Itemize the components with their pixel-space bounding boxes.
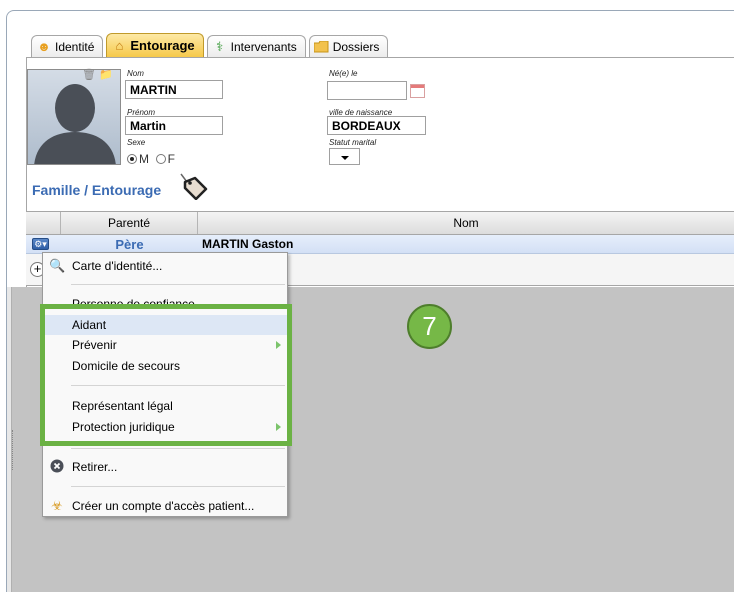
menu-separator	[71, 448, 285, 449]
nom-field[interactable]: MARTIN	[125, 80, 223, 99]
house-icon: ⌂	[115, 38, 124, 53]
step-badge: 7	[407, 304, 452, 349]
sexe-radio-group: M F	[127, 152, 175, 166]
tag-icon[interactable]	[175, 172, 209, 200]
sexe-f-label: F	[167, 152, 176, 166]
menu-item-carte-identite[interactable]: 🔍 Carte d'identité...	[44, 256, 287, 276]
calendar-icon[interactable]	[410, 84, 425, 98]
trash-icon[interactable]: 🗑	[82, 69, 96, 81]
nom-label: Nom	[127, 69, 144, 78]
sexe-f-radio[interactable]	[155, 154, 166, 164]
ne-le-label: Né(e) le	[329, 69, 358, 78]
magnifier-icon: 🔍	[49, 258, 66, 273]
silhouette-icon	[34, 84, 116, 164]
photo-tools: 🗑 📁	[82, 69, 113, 81]
highlight-box	[40, 304, 292, 446]
caduceus-icon: ⚕	[216, 39, 224, 54]
prenom-field[interactable]: Martin	[125, 116, 223, 135]
column-header-parente[interactable]: Parenté	[61, 212, 198, 234]
statut-select[interactable]	[329, 148, 360, 165]
menu-separator	[71, 486, 285, 487]
menu-separator	[71, 284, 285, 285]
open-folder-icon[interactable]: 📁	[99, 69, 113, 81]
patient-photo[interactable]	[27, 69, 121, 165]
tab-intervenants[interactable]: ⚕ Intervenants	[206, 35, 306, 57]
sexe-m-label: M	[139, 152, 149, 166]
tab-label: Identité	[55, 39, 95, 54]
person-icon: ☻	[37, 39, 51, 54]
column-header-nom[interactable]: Nom	[198, 212, 734, 234]
user-key-icon: ☣	[51, 498, 63, 513]
tab-entourage[interactable]: ⌂ Entourage	[106, 33, 204, 57]
folder-icon	[314, 39, 330, 55]
statut-label: Statut marital	[329, 138, 377, 147]
section-title: Famille / Entourage	[32, 182, 162, 198]
row-actions-button[interactable]: ⚙▾	[32, 238, 49, 250]
sexe-label: Sexe	[127, 138, 146, 147]
grid-header: Parenté Nom	[26, 211, 734, 235]
menu-item-creer-compte[interactable]: ☣ Créer un compte d'accès patient...	[44, 496, 287, 516]
tab-label: Dossiers	[332, 39, 380, 54]
splitter-grip[interactable]	[12, 430, 14, 470]
ville-field[interactable]: BORDEAUX	[327, 116, 426, 135]
tab-label: Entourage	[130, 38, 195, 53]
tab-bar: ☻ Identité ⌂ Entourage ⚕ Intervenants Do…	[31, 33, 391, 57]
tab-identite[interactable]: ☻ Identité	[31, 35, 104, 57]
sexe-m-radio[interactable]	[127, 154, 137, 164]
remove-icon	[49, 459, 65, 475]
tab-dossiers[interactable]: Dossiers	[308, 35, 389, 57]
tab-label: Intervenants	[230, 39, 297, 54]
menu-item-retirer[interactable]: Retirer...	[44, 457, 287, 477]
birthdate-field[interactable]	[327, 81, 407, 100]
